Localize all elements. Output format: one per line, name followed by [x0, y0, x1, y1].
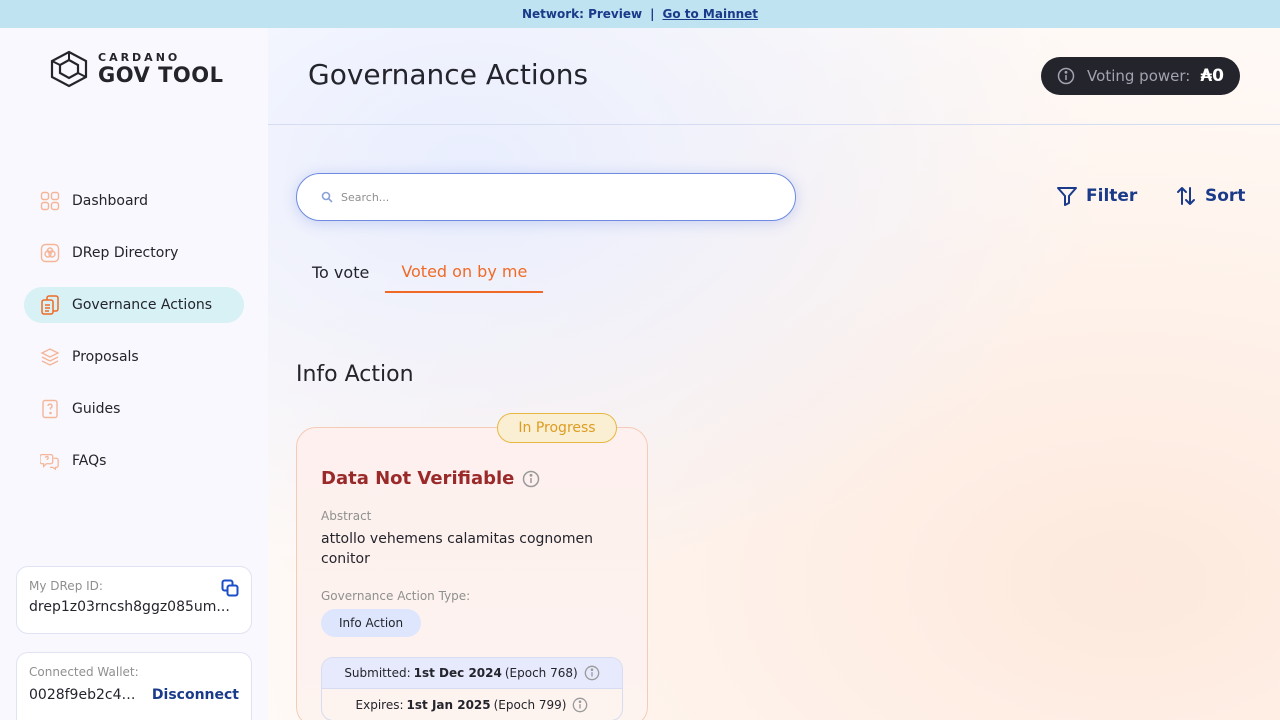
submitted-epoch: (Epoch 768)	[504, 666, 578, 680]
submitted-prefix: Submitted:	[344, 666, 411, 680]
go-to-mainnet-link[interactable]: Go to Mainnet	[662, 7, 758, 21]
sidebar-item-label: Dashboard	[72, 193, 148, 209]
network-label: Network: Preview	[521, 7, 643, 21]
abstract-label: Abstract	[321, 509, 372, 523]
abstract-text: attollo vehemens calamitas cognomen coni…	[321, 531, 593, 567]
logo-title: GOV TOOL	[98, 63, 224, 87]
sidebar-item-label: Proposals	[72, 349, 139, 365]
connected-wallet-card: Connected Wallet: 0028f9eb2c41... Discon…	[16, 652, 252, 720]
drep-id-value: drep1z03rncsh8ggz085um...	[29, 599, 230, 615]
search-bar[interactable]	[296, 173, 796, 221]
action-type-label: Governance Action Type:	[321, 589, 471, 603]
wallet-address: 0028f9eb2c41...	[29, 687, 141, 703]
sidebar-item-label: FAQs	[72, 453, 107, 469]
drep-id-card: My DRep ID: drep1z03rncsh8ggz085um...	[16, 566, 252, 634]
sidebar-item-faqs[interactable]: FAQs	[24, 443, 244, 479]
status-badge: In Progress	[497, 413, 617, 443]
expires-epoch: (Epoch 799)	[493, 697, 567, 712]
faqs-icon	[40, 451, 60, 471]
search-icon	[321, 191, 333, 203]
info-icon[interactable]	[584, 665, 600, 681]
filter-icon	[1057, 187, 1077, 206]
sidebar-nav: Dashboard DRep Directory Governance Acti…	[24, 183, 244, 495]
sort-button[interactable]: Sort	[1175, 185, 1245, 207]
sidebar-item-governance-actions[interactable]: Governance Actions	[24, 287, 244, 323]
dates-box: Submitted: 1st Dec 2024 (Epoch 768) Expi…	[321, 657, 623, 720]
drep-directory-icon	[40, 243, 60, 263]
sidebar-item-drep-directory[interactable]: DRep Directory	[24, 235, 244, 271]
sidebar-item-label: Guides	[72, 401, 121, 417]
expires-prefix: Expires:	[355, 697, 404, 712]
sidebar-item-dashboard[interactable]: Dashboard	[24, 183, 244, 219]
logo-subtitle: CARDANO	[98, 51, 181, 64]
drep-id-label: My DRep ID:	[29, 579, 103, 593]
dashboard-icon	[40, 191, 60, 211]
sidebar: CARDANO GOV TOOL Dashboard DRep Director…	[0, 28, 268, 720]
info-icon[interactable]	[1057, 67, 1075, 85]
banner-separator: |	[650, 7, 655, 21]
sort-icon	[1177, 187, 1195, 205]
info-icon[interactable]	[522, 470, 540, 488]
network-banner: Network: Preview | Go to Mainnet	[0, 0, 1280, 28]
voting-power-value: ₳0	[1200, 66, 1224, 86]
card-title: Data Not Verifiable	[321, 468, 515, 489]
sidebar-item-proposals[interactable]: Proposals	[24, 339, 244, 375]
submitted-row: Submitted: 1st Dec 2024 (Epoch 768)	[322, 658, 622, 689]
sidebar-item-guides[interactable]: Guides	[24, 391, 244, 427]
submitted-date: 1st Dec 2024	[413, 666, 502, 680]
governance-action-card: In Progress Data Not Verifiable Abstract…	[296, 413, 648, 720]
voting-power-label: Voting power:	[1087, 67, 1191, 85]
info-icon[interactable]	[572, 697, 588, 713]
logo[interactable]: CARDANO GOV TOOL	[48, 50, 224, 88]
tab-voted-on-by-me[interactable]: Voted on by me	[385, 252, 544, 293]
wallet-label: Connected Wallet:	[29, 665, 139, 679]
sort-label: Sort	[1205, 186, 1246, 206]
guides-icon	[40, 399, 60, 419]
sidebar-item-label: Governance Actions	[72, 297, 213, 313]
section-title: Info Action	[296, 362, 414, 387]
expires-row: Expires: 1st Jan 2025 (Epoch 799)	[322, 689, 622, 720]
main-content: Governance Actions Voting power: ₳0 Filt…	[268, 28, 1280, 720]
governance-actions-icon	[40, 295, 60, 315]
proposals-icon	[40, 347, 60, 367]
expires-date: 1st Jan 2025	[406, 697, 491, 712]
filter-label: Filter	[1086, 186, 1138, 206]
search-input[interactable]	[341, 190, 761, 204]
logo-icon	[50, 50, 88, 88]
page-header: Governance Actions Voting power: ₳0	[268, 28, 1280, 125]
filter-button[interactable]: Filter	[1056, 185, 1137, 207]
tab-to-vote[interactable]: To vote	[296, 252, 385, 293]
page-title: Governance Actions	[308, 58, 589, 91]
voting-power-badge: Voting power: ₳0	[1041, 57, 1240, 95]
disconnect-button[interactable]: Disconnect	[152, 687, 239, 703]
copy-icon[interactable]	[221, 579, 239, 601]
tab-bar: To vote Voted on by me	[296, 252, 544, 293]
sidebar-item-label: DRep Directory	[72, 245, 179, 261]
action-type-pill: Info Action	[321, 609, 422, 637]
